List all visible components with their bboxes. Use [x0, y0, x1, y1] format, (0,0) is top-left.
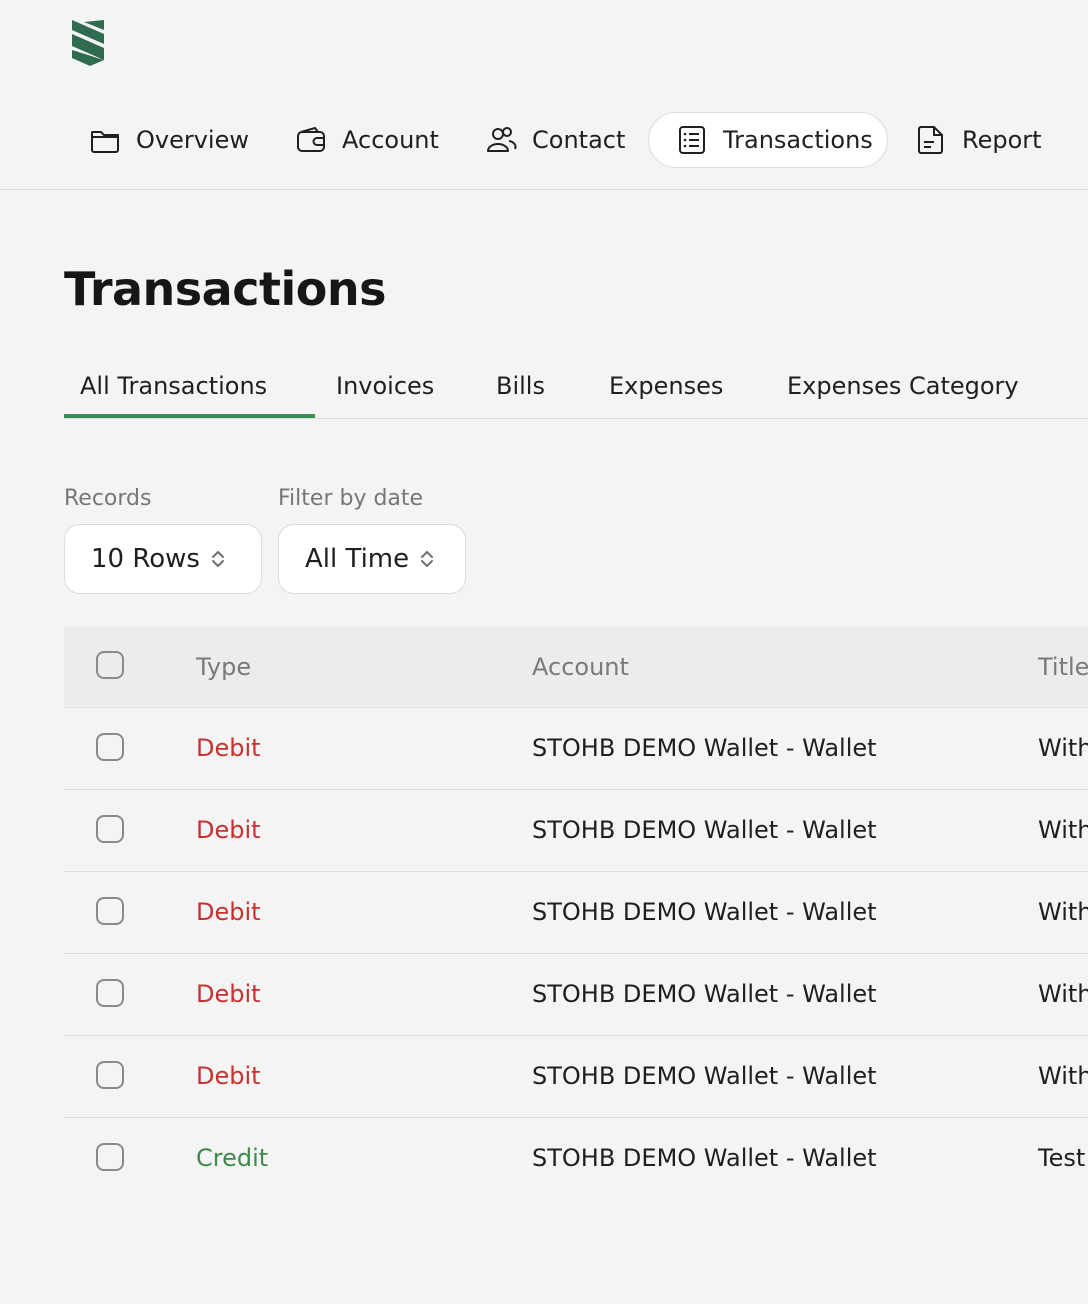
page-title: Transactions	[64, 262, 386, 316]
cell-account: STOHB DEMO Wallet - Wallet	[532, 898, 877, 926]
tab-all-transactions[interactable]: All Transactions	[63, 356, 316, 418]
cell-type: Debit	[196, 734, 261, 762]
transactions-table: Type Account Title Debit STOHB DEMO Wall…	[64, 627, 1088, 1199]
table-header: Type Account Title	[64, 627, 1088, 708]
nav-label-account: Account	[342, 126, 439, 154]
receipt-icon	[679, 126, 705, 154]
nav-item-contact[interactable]: Contact	[484, 112, 625, 168]
nav-label-contact: Contact	[532, 126, 626, 154]
table-row[interactable]: Debit STOHB DEMO Wallet - Wallet With	[64, 708, 1088, 790]
cell-type: Credit	[196, 1144, 269, 1172]
cell-account: STOHB DEMO Wallet - Wallet	[532, 980, 877, 1008]
nav-label-report: Report	[962, 126, 1042, 154]
table-row[interactable]: Debit STOHB DEMO Wallet - Wallet With	[64, 872, 1088, 954]
cell-type: Debit	[196, 980, 261, 1008]
brand-logo[interactable]	[70, 20, 108, 68]
cell-title: With	[1038, 734, 1088, 762]
users-icon	[487, 127, 517, 152]
tab-bills[interactable]: Bills	[496, 356, 545, 416]
table-row[interactable]: Debit STOHB DEMO Wallet - Wallet With	[64, 1036, 1088, 1118]
transaction-tabs: All Transactions Invoices Bills Expenses…	[63, 356, 1088, 419]
date-filter-value: All Time	[305, 544, 410, 574]
tab-invoices[interactable]: Invoices	[336, 356, 434, 416]
cell-account: STOHB DEMO Wallet - Wallet	[532, 1144, 877, 1172]
nav-item-account[interactable]: Account	[294, 112, 439, 168]
records-label: Records	[64, 486, 152, 511]
row-checkbox[interactable]	[96, 1143, 124, 1171]
chevron-updown-icon	[211, 551, 224, 567]
nav-label-transactions: Transactions	[723, 126, 873, 154]
row-checkbox[interactable]	[96, 815, 124, 843]
nav-item-report[interactable]: Report	[914, 112, 1042, 168]
top-header: Overview Account Contact Transactions Re…	[0, 0, 1088, 190]
table-row[interactable]: Debit STOHB DEMO Wallet - Wallet With	[64, 954, 1088, 1036]
document-icon	[918, 126, 943, 154]
row-checkbox[interactable]	[96, 897, 124, 925]
chevron-updown-icon	[421, 551, 434, 567]
records-select-value: 10 Rows	[91, 544, 200, 574]
cell-account: STOHB DEMO Wallet - Wallet	[532, 1062, 877, 1090]
cell-type: Debit	[196, 898, 261, 926]
tab-expenses[interactable]: Expenses	[609, 356, 723, 416]
nav-item-transactions[interactable]: Transactions	[648, 112, 888, 168]
select-all-checkbox[interactable]	[96, 651, 124, 679]
cell-type: Debit	[196, 816, 261, 844]
main-nav: Overview Account Contact Transactions Re…	[0, 112, 1088, 168]
row-checkbox[interactable]	[96, 1061, 124, 1089]
records-select[interactable]: 10 Rows	[64, 524, 262, 594]
table-row[interactable]: Debit STOHB DEMO Wallet - Wallet With	[64, 790, 1088, 872]
table-row[interactable]: Credit STOHB DEMO Wallet - Wallet Test	[64, 1118, 1088, 1199]
wallet-icon	[297, 127, 325, 152]
cell-title: With	[1038, 1062, 1088, 1090]
column-header-account[interactable]: Account	[532, 627, 629, 707]
column-header-type[interactable]: Type	[196, 627, 251, 707]
cell-title: With	[1038, 816, 1088, 844]
cell-title: With	[1038, 980, 1088, 1008]
cell-account: STOHB DEMO Wallet - Wallet	[532, 816, 877, 844]
cell-type: Debit	[196, 1062, 261, 1090]
row-checkbox[interactable]	[96, 979, 124, 1007]
nav-item-overview[interactable]: Overview	[88, 112, 249, 168]
tab-expenses-category[interactable]: Expenses Category	[787, 356, 1019, 416]
cell-account: STOHB DEMO Wallet - Wallet	[532, 734, 877, 762]
date-filter-label: Filter by date	[278, 486, 424, 511]
row-checkbox[interactable]	[96, 733, 124, 761]
cell-title: Test	[1038, 1144, 1086, 1172]
column-header-title[interactable]: Title	[1038, 627, 1088, 707]
cell-title: With	[1038, 898, 1088, 926]
folder-icon	[91, 131, 119, 153]
nav-label-overview: Overview	[136, 126, 249, 154]
date-filter-select[interactable]: All Time	[278, 524, 466, 594]
page: Overview Account Contact Transactions Re…	[0, 0, 1088, 1304]
